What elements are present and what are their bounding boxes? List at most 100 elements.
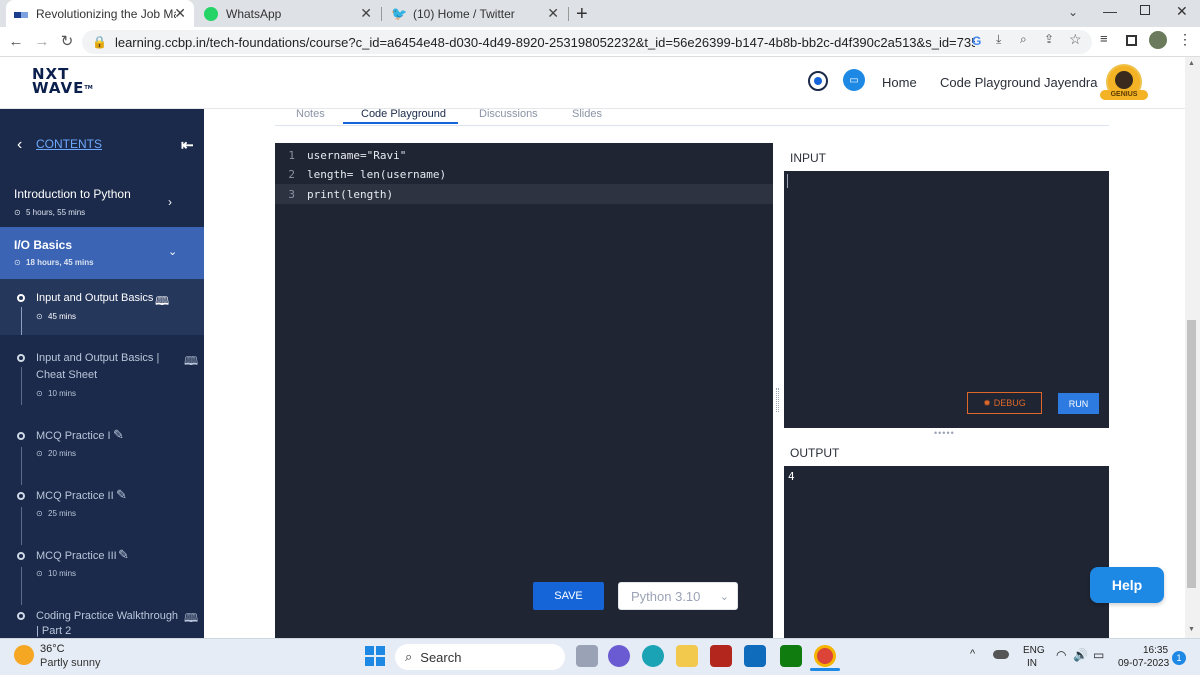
battery-icon[interactable]: ▭ <box>1093 648 1104 662</box>
profile-avatar[interactable] <box>1149 31 1167 49</box>
tab-title: (10) Home / Twitter <box>413 6 515 21</box>
google-translate-icon[interactable]: G <box>972 34 981 48</box>
close-icon[interactable]: ✕ <box>174 5 186 22</box>
reload-icon[interactable]: ↻ <box>57 31 77 51</box>
file-explorer-icon[interactable] <box>676 645 698 667</box>
new-tab-button[interactable]: + <box>576 3 588 26</box>
clock-time[interactable]: 16:35 <box>1143 645 1168 656</box>
outlook-icon[interactable] <box>744 645 766 667</box>
timeline-line <box>21 307 22 335</box>
tab-discussions[interactable]: Discussions <box>479 108 538 120</box>
share-icon[interactable]: ⇪ <box>1044 32 1054 46</box>
output-label: OUTPUT <box>790 446 840 460</box>
nav-user-name[interactable]: Jayendra <box>1044 75 1097 90</box>
region-indicator[interactable]: IN <box>1027 658 1037 669</box>
scroll-up-icon[interactable]: ▲ <box>1188 60 1195 67</box>
chevron-up-icon[interactable]: ^ <box>970 648 975 660</box>
bookmark-star-icon[interactable]: ☆ <box>1069 31 1082 48</box>
lesson-status-circle <box>17 354 25 362</box>
resize-handle-horizontal[interactable]: ••••• <box>934 428 955 438</box>
menu-dots-icon[interactable]: ⋮ <box>1178 31 1192 48</box>
clock-icon: ⊙ <box>36 509 43 518</box>
chat-icon[interactable]: ▭ <box>843 69 865 91</box>
windows-start-icon[interactable] <box>365 646 385 666</box>
lesson-duration: 20 mins <box>48 449 77 458</box>
run-button[interactable]: RUN <box>1058 393 1099 414</box>
bug-icon: ✹ <box>983 397 991 408</box>
windows-taskbar <box>0 638 1200 675</box>
clock-date[interactable]: 09-07-2023 <box>1118 658 1169 669</box>
lesson-item[interactable]: MCQ Practice III ✎ ⊙ 10 mins <box>0 545 204 605</box>
chevron-left-icon[interactable]: ‹ <box>17 136 22 154</box>
lesson-title: MCQ Practice II <box>36 490 114 502</box>
help-button[interactable]: Help <box>1090 567 1164 603</box>
close-icon[interactable]: ✕ <box>547 5 559 22</box>
active-app-indicator <box>810 668 840 671</box>
save-button[interactable]: SAVE <box>533 582 604 610</box>
code-editor[interactable] <box>275 143 773 638</box>
code-line-active: 3 print(length) <box>275 184 773 204</box>
tab-twitter[interactable]: 🐦 (10) Home / Twitter ✕ <box>383 0 567 27</box>
tab-search-icon[interactable]: ⌄ <box>1068 5 1078 19</box>
tab-whatsapp[interactable]: WhatsApp ✕ <box>196 0 380 27</box>
search-label: Search <box>420 649 462 665</box>
debug-button[interactable]: ✹ DEBUG <box>967 392 1042 414</box>
scroll-down-icon[interactable]: ▼ <box>1188 626 1195 633</box>
lesson-item[interactable]: MCQ Practice II ✎ ⊙ 25 mins <box>0 485 204 545</box>
clock-icon: ⊙ <box>36 569 43 578</box>
language-select[interactable]: Python 3.10 ⌄ <box>618 582 738 610</box>
side-panel-icon[interactable] <box>1126 35 1137 46</box>
address-bar[interactable]: 🔒 learning.ccbp.in/tech-foundations/cour… <box>82 30 1092 54</box>
chrome-icon[interactable] <box>814 645 836 667</box>
timeline-line <box>21 567 22 605</box>
input-label: INPUT <box>790 151 826 165</box>
genius-badge: GENIUS <box>1100 90 1148 100</box>
section-introduction-to-python[interactable]: Introduction to Python ⊙ 5 hours, 55 min… <box>0 175 204 227</box>
volume-icon[interactable]: 🔊 <box>1073 648 1088 662</box>
xbox-icon[interactable] <box>780 645 802 667</box>
close-icon[interactable]: ✕ <box>360 5 372 22</box>
lesson-status-circle <box>17 432 25 440</box>
lesson-item[interactable]: Coding Practice Walkthrough | Part 2 🕮 <box>0 605 204 638</box>
forward-arrow-icon[interactable]: → <box>32 31 52 51</box>
notification-badge[interactable]: 1 <box>1172 651 1186 665</box>
input-textarea[interactable] <box>784 171 1109 428</box>
lesson-item[interactable]: Input and Output Basics | Cheat Sheet 🕮 … <box>0 345 204 405</box>
download-icon[interactable]: ⤓ <box>996 32 1001 47</box>
stopwatch-icon[interactable] <box>808 71 828 91</box>
window-close-icon[interactable]: ✕ <box>1176 3 1188 20</box>
wifi-icon[interactable]: ◠ <box>1056 648 1066 662</box>
lesson-item[interactable]: MCQ Practice I ✎ ⊙ 20 mins <box>0 425 204 485</box>
task-view-icon[interactable] <box>576 645 598 667</box>
line-number: 2 <box>288 167 295 181</box>
app-icon[interactable] <box>710 645 732 667</box>
book-icon: 🕮 <box>184 611 199 625</box>
nav-home[interactable]: Home <box>882 75 917 90</box>
chevron-right-icon: › <box>168 195 172 209</box>
resize-handle-vertical[interactable] <box>776 388 779 412</box>
tab-notes[interactable]: Notes <box>296 108 325 120</box>
scrollbar-thumb[interactable] <box>1187 320 1196 588</box>
reading-list-icon[interactable]: ≡ <box>1100 31 1108 46</box>
weather-sun-icon[interactable] <box>14 645 34 665</box>
collapse-sidebar-icon[interactable]: ⇤ <box>181 136 194 154</box>
maximize-icon[interactable] <box>1140 5 1150 15</box>
zoom-icon[interactable]: ⌕ <box>1020 32 1027 47</box>
tab-slides[interactable]: Slides <box>572 108 602 120</box>
lesson-item[interactable]: Input and Output Basics 🕮 ⊙ 45 mins <box>0 279 204 335</box>
taskbar-search[interactable]: ⌕ Search <box>395 644 565 670</box>
minimize-icon[interactable]: — <box>1103 3 1117 19</box>
nav-code-playground[interactable]: Code Playground <box>940 75 1040 90</box>
code-text: username="Ravi" <box>307 148 407 162</box>
contents-link[interactable]: CONTENTS <box>36 137 102 151</box>
language-indicator[interactable]: ENG <box>1023 645 1045 656</box>
tab-code-playground[interactable]: Code Playground <box>361 108 446 120</box>
active-tab-underline <box>343 122 458 124</box>
edge-icon[interactable] <box>642 645 664 667</box>
onedrive-cloud-icon[interactable] <box>993 650 1009 659</box>
nxtwave-logo[interactable]: NXT WAVETM <box>32 67 93 96</box>
teams-chat-icon[interactable] <box>608 645 630 667</box>
section-io-basics[interactable]: I/O Basics ⊙ 18 hours, 45 mins ⌄ <box>0 227 204 279</box>
tab-ccbp[interactable]: Revolutionizing the Job Market | ✕ <box>6 0 194 27</box>
back-arrow-icon[interactable]: ← <box>6 31 26 51</box>
